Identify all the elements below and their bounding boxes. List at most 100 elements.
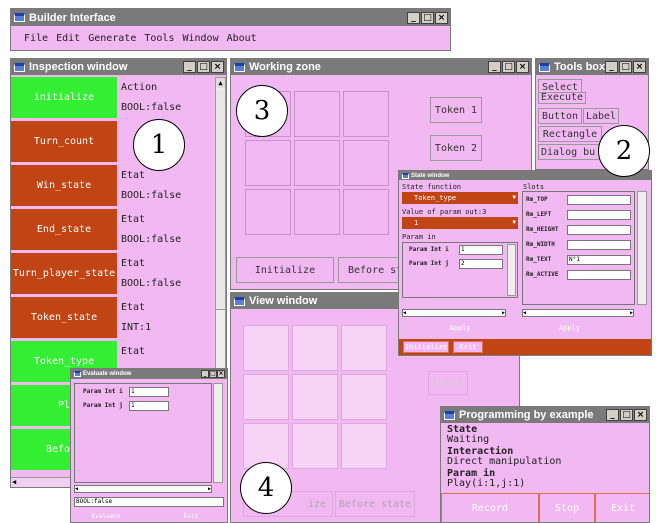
inspection-row-name[interactable]: Win_state (11, 165, 117, 207)
param-in-scrollbar[interactable] (507, 244, 516, 296)
grid-cell-button[interactable] (343, 140, 389, 186)
token-2-button[interactable]: Token 2 (430, 135, 482, 161)
param-i-input[interactable]: 1 (459, 245, 503, 255)
view-token-1-button[interactable]: Token 1 (428, 371, 468, 395)
maximize-icon[interactable]: □ (421, 11, 434, 24)
minimize-icon[interactable]: _ (488, 61, 501, 73)
scroll-right-icon[interactable]: ▶ (502, 310, 505, 316)
view-grid-cell[interactable] (341, 325, 387, 371)
inspection-row-name[interactable]: Token_state (11, 297, 117, 339)
tool-dialog-button[interactable]: Dialog bu (538, 144, 602, 160)
menu-window[interactable]: Window (182, 33, 218, 44)
eval-param-j-input[interactable]: 1 (129, 401, 169, 411)
tool-button[interactable]: Button (538, 108, 582, 124)
close-icon[interactable]: × (217, 370, 225, 378)
grid-cell-button[interactable] (343, 91, 389, 137)
slots-scrollbar[interactable] (637, 191, 647, 305)
state-apply-left-button[interactable]: Apply (402, 322, 518, 334)
grid-cell-button[interactable] (245, 140, 291, 186)
minimize-icon[interactable]: _ (183, 61, 196, 73)
maximize-icon[interactable]: □ (620, 409, 633, 421)
view-grid-cell[interactable] (341, 374, 387, 420)
minimize-icon[interactable]: _ (407, 11, 420, 24)
tool-rectangle[interactable]: Rectangle (538, 126, 602, 142)
close-icon[interactable]: × (516, 61, 529, 73)
view-before-state-button[interactable]: Before state (335, 491, 415, 517)
inspection-row[interactable]: initialize Action BOOL:false (11, 77, 214, 121)
view-grid-cell[interactable] (292, 374, 338, 420)
tool-execute[interactable]: Execute (538, 92, 586, 104)
maximize-icon[interactable]: □ (502, 61, 515, 73)
stop-button[interactable]: Stop (539, 493, 595, 522)
inspection-row[interactable]: Token_state Etat INT:1 (11, 297, 214, 341)
scroll-up-icon[interactable]: ▲ (216, 78, 225, 88)
maximize-icon[interactable]: □ (209, 370, 217, 378)
state-initialize-button[interactable]: Initialize (403, 341, 449, 353)
evaluate-titlebar[interactable]: Evaluate window _ □ × (71, 369, 227, 379)
scroll-right-icon[interactable]: ▶ (630, 310, 633, 316)
builder-titlebar[interactable]: Builder Interface _ □ × (11, 9, 450, 26)
menu-about[interactable]: About (227, 33, 257, 44)
grid-cell-button[interactable] (343, 189, 389, 235)
record-button[interactable]: Record (441, 493, 539, 522)
scroll-left-icon[interactable]: ◀ (403, 310, 406, 316)
scroll-right-icon[interactable]: ▶ (208, 486, 211, 492)
slot-input[interactable]: N°1 (567, 255, 631, 265)
scroll-left-icon[interactable]: ◀ (12, 478, 16, 486)
inspection-row-name[interactable]: Turn_player_state (11, 253, 117, 295)
slots-hscroll[interactable]: ◀ ▶ (522, 309, 634, 317)
state-exit-button[interactable]: Exit (453, 341, 483, 353)
eval-param-i-input[interactable]: 1 (129, 387, 169, 397)
scroll-left-icon[interactable]: ◀ (75, 486, 78, 492)
tools-titlebar[interactable]: Tools box _ □ × (536, 59, 648, 75)
evaluate-scrollbar[interactable] (213, 383, 223, 483)
view-grid-cell[interactable] (292, 325, 338, 371)
maximize-icon[interactable]: □ (619, 61, 632, 73)
close-icon[interactable]: × (211, 61, 224, 73)
state-function-select[interactable]: Token_type ▼ (402, 192, 518, 204)
close-icon[interactable]: × (633, 61, 646, 73)
programming-exit-button[interactable]: Exit (595, 493, 649, 522)
view-grid-cell[interactable] (292, 423, 338, 469)
inspection-titlebar[interactable]: Inspection window _ □ × (11, 59, 226, 75)
menu-tools[interactable]: Tools (144, 33, 174, 44)
tool-label[interactable]: Label (583, 108, 619, 124)
view-grid-cell[interactable] (243, 325, 289, 371)
view-grid-cell[interactable] (243, 374, 289, 420)
evaluate-button[interactable]: Evaluate (74, 511, 138, 522)
param-j-input[interactable]: 2 (459, 259, 503, 269)
slot-input[interactable] (567, 210, 631, 220)
view-grid-cell[interactable] (341, 423, 387, 469)
grid-cell-button[interactable] (245, 189, 291, 235)
inspection-row[interactable]: Turn_player_state Etat BOOL:false (11, 253, 214, 297)
state-apply-right-button[interactable]: Apply (522, 322, 617, 334)
close-icon[interactable]: × (634, 409, 647, 421)
grid-cell-button[interactable] (294, 189, 340, 235)
minimize-icon[interactable]: _ (605, 61, 618, 73)
menu-generate[interactable]: Generate (88, 33, 136, 44)
token-1-button[interactable]: Token 1 (430, 97, 482, 123)
minimize-icon[interactable]: _ (606, 409, 619, 421)
inspection-row-name[interactable]: initialize (11, 77, 117, 119)
slot-input[interactable] (567, 240, 631, 250)
minimize-icon[interactable]: _ (201, 370, 209, 378)
close-icon[interactable]: × (435, 11, 448, 24)
param-out-select[interactable]: 1 ▼ (402, 217, 518, 229)
scroll-left-icon[interactable]: ◀ (523, 310, 526, 316)
grid-cell-button[interactable] (294, 140, 340, 186)
grid-cell-button[interactable] (294, 91, 340, 137)
programming-titlebar[interactable]: Programming by example _ □ × (441, 407, 649, 423)
initialize-button[interactable]: Initialize (236, 257, 334, 283)
param-in-hscroll[interactable]: ◀ ▶ (402, 309, 506, 317)
menu-file[interactable]: File (24, 33, 48, 44)
slot-input[interactable] (567, 195, 631, 205)
menu-edit[interactable]: Edit (56, 33, 80, 44)
slot-input[interactable] (567, 270, 631, 280)
evaluate-exit-button[interactable]: Exit (159, 511, 223, 522)
slot-input[interactable] (567, 225, 631, 235)
evaluate-hscroll[interactable]: ◀ ▶ (74, 485, 212, 493)
working-titlebar[interactable]: Working zone _ □ × (231, 59, 531, 75)
inspection-row[interactable]: Win_state Etat BOOL:false (11, 165, 214, 209)
scroll-thumb[interactable] (216, 90, 225, 310)
maximize-icon[interactable]: □ (197, 61, 210, 73)
